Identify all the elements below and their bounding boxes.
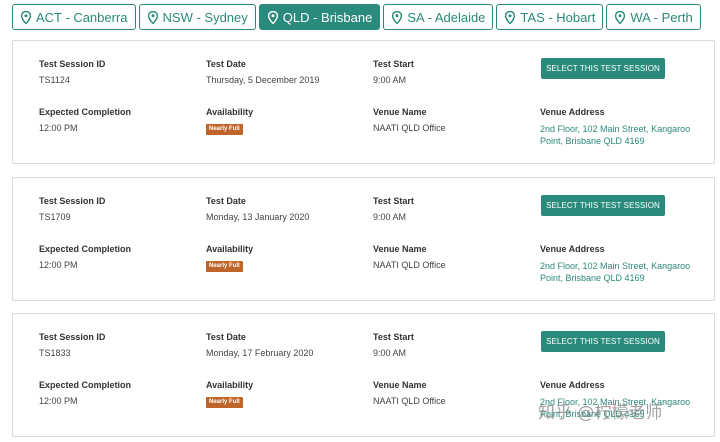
- test-start-label: Test Start: [373, 59, 414, 69]
- venue-name-value: NAATI QLD Office: [373, 396, 446, 406]
- test-start-field: Test Start 9:00 AM: [373, 196, 414, 222]
- venue-name-field: Venue Name NAATI QLD Office: [373, 380, 446, 406]
- tab-wa-perth[interactable]: WA - Perth: [606, 4, 701, 30]
- venue-name-label: Venue Name: [373, 380, 427, 390]
- test-start-field: Test Start 9:00 AM: [373, 332, 414, 358]
- session-id-field: Test Session ID TS1833: [39, 332, 105, 358]
- session-id-label: Test Session ID: [39, 196, 106, 206]
- watermark: 知乎 @柠檬老师: [538, 403, 663, 423]
- map-pin-icon: [505, 10, 516, 24]
- session-card: Test Session ID TS1709 Test Date Monday,…: [12, 177, 715, 301]
- session-id-value: TS1833: [39, 348, 71, 358]
- venue-name-label: Venue Name: [373, 107, 427, 117]
- availability-badge: Nearly Full: [206, 397, 243, 408]
- map-pin-icon: [147, 10, 158, 24]
- select-session-button[interactable]: SELECT THIS TEST SESSION: [541, 331, 665, 352]
- session-id-field: Test Session ID TS1709: [39, 196, 105, 222]
- select-session-button[interactable]: SELECT THIS TEST SESSION: [541, 195, 665, 216]
- venue-address-label: Venue Address: [540, 107, 605, 117]
- availability-field: Availability Nearly Full: [206, 380, 253, 408]
- map-pin-icon: [21, 10, 31, 24]
- availability-field: Availability Nearly Full: [206, 244, 253, 272]
- availability-badge: Nearly Full: [206, 261, 243, 272]
- tab-label: NSW - Sydney: [162, 9, 248, 25]
- completion-field: Expected Completion 12:00 PM: [39, 380, 131, 406]
- venue-name-field: Venue Name NAATI QLD Office: [373, 244, 446, 270]
- test-date-label: Test Date: [206, 332, 246, 342]
- tab-label: SA - Adelaide: [407, 9, 486, 25]
- tab-sa-adelaide[interactable]: SA - Adelaide: [383, 4, 494, 30]
- test-date-field: Test Date Monday, 13 January 2020: [206, 196, 309, 222]
- tab-label: QLD - Brisbane: [282, 9, 373, 25]
- map-pin-icon: [392, 10, 403, 24]
- completion-label: Expected Completion: [39, 244, 132, 254]
- tab-label: TAS - Hobart: [520, 9, 596, 25]
- select-session-button[interactable]: SELECT THIS TEST SESSION: [541, 58, 665, 79]
- tab-qld-brisbane[interactable]: QLD - Brisbane: [258, 4, 381, 30]
- venue-name-label: Venue Name: [373, 244, 427, 254]
- completion-value: 12:00 PM: [39, 123, 78, 133]
- completion-value: 12:00 PM: [39, 396, 78, 406]
- tab-nsw-sydney[interactable]: NSW - Sydney: [138, 4, 256, 30]
- test-start-label: Test Start: [373, 332, 414, 342]
- session-id-field: Test Session ID TS1124: [39, 59, 105, 85]
- session-id-value: TS1709: [39, 212, 71, 222]
- completion-label: Expected Completion: [39, 380, 132, 390]
- session-id-label: Test Session ID: [39, 332, 106, 342]
- test-date-label: Test Date: [206, 196, 246, 206]
- tab-act-canberra[interactable]: ACT - Canberra: [12, 4, 136, 30]
- test-start-field: Test Start 9:00 AM: [373, 59, 414, 85]
- session-card: Test Session ID TS1124 Test Date Thursda…: [12, 40, 715, 164]
- availability-label: Availability: [206, 380, 254, 390]
- session-id-value: TS1124: [39, 75, 70, 85]
- test-date-field: Test Date Thursday, 5 December 2019: [206, 59, 319, 85]
- completion-value: 12:00 PM: [39, 260, 78, 270]
- completion-field: Expected Completion 12:00 PM: [39, 244, 131, 270]
- venue-address-label: Venue Address: [540, 244, 605, 254]
- venue-name-field: Venue Name NAATI QLD Office: [373, 107, 446, 133]
- availability-label: Availability: [206, 107, 254, 117]
- test-date-value: Monday, 13 January 2020: [206, 212, 310, 222]
- venue-address-field: Venue Address 2nd Floor, 102 Main Street…: [540, 107, 700, 147]
- test-start-value: 9:00 AM: [373, 75, 407, 85]
- venue-address-label: Venue Address: [540, 380, 605, 390]
- tab-label: WA - Perth: [630, 9, 693, 25]
- test-date-value: Thursday, 5 December 2019: [206, 75, 320, 85]
- availability-field: Availability Nearly Full: [206, 107, 253, 135]
- availability-label: Availability: [206, 244, 254, 254]
- tab-label: ACT - Canberra: [36, 9, 128, 25]
- venue-address-field: Venue Address 2nd Floor, 102 Main Street…: [540, 244, 700, 284]
- venue-address-link[interactable]: 2nd Floor, 102 Main Street, Kangaroo Poi…: [540, 260, 700, 284]
- completion-field: Expected Completion 12:00 PM: [39, 107, 131, 133]
- venue-address-link[interactable]: 2nd Floor, 102 Main Street, Kangaroo Poi…: [540, 123, 700, 147]
- location-tabs: ACT - Canberra NSW - Sydney QLD - Brisba…: [12, 4, 701, 32]
- tab-tas-hobart[interactable]: TAS - Hobart: [496, 4, 604, 30]
- availability-badge: Nearly Full: [206, 124, 243, 135]
- test-date-field: Test Date Monday, 17 February 2020: [206, 332, 313, 358]
- venue-name-value: NAATI QLD Office: [373, 260, 446, 270]
- map-pin-icon: [267, 10, 278, 24]
- test-date-value: Monday, 17 February 2020: [206, 348, 314, 358]
- completion-label: Expected Completion: [39, 107, 132, 117]
- venue-name-value: NAATI QLD Office: [373, 123, 446, 133]
- test-start-label: Test Start: [373, 196, 414, 206]
- session-id-label: Test Session ID: [39, 59, 106, 69]
- map-pin-icon: [615, 10, 626, 24]
- test-start-value: 9:00 AM: [373, 212, 407, 222]
- test-start-value: 9:00 AM: [373, 348, 407, 358]
- test-date-label: Test Date: [206, 59, 246, 69]
